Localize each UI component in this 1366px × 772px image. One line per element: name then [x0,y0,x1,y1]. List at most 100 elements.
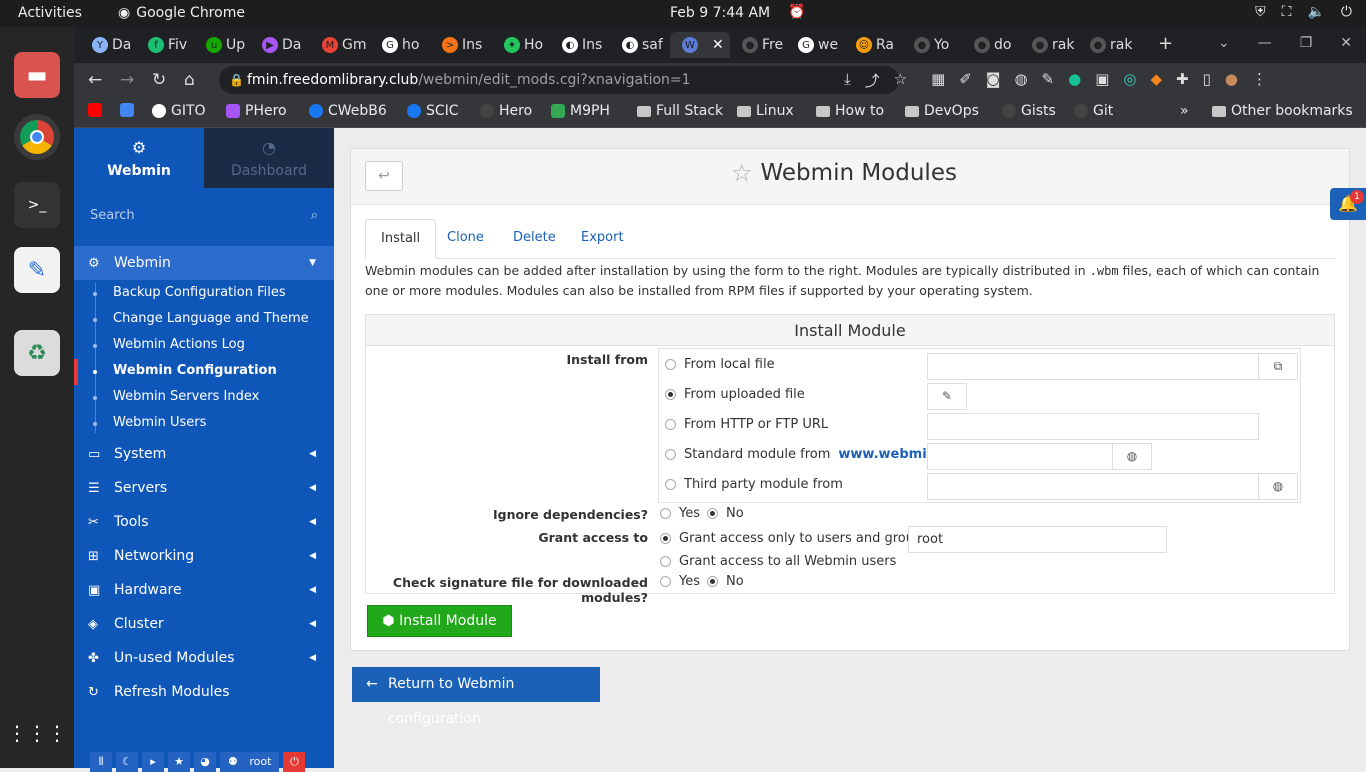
standard-module-input[interactable] [927,443,1113,470]
chrome-dock-icon[interactable] [14,114,60,160]
other-bookmarks[interactable]: Other bookmarks [1212,103,1353,119]
bookmark-item[interactable]: GITO [152,103,206,119]
browser-tab[interactable]: ☺ Ra [844,32,894,58]
show-apps-icon[interactable]: ⋮⋮⋮ [7,710,67,756]
radio-signature-no[interactable] [707,576,718,587]
user-button[interactable]: ⚉ root [220,752,280,772]
upload-button[interactable]: ✎ [927,383,967,410]
sidebar-item-backup[interactable]: Backup Configuration Files [93,285,286,300]
file-chooser-button[interactable]: ⧉ [1258,353,1298,380]
night-mode-icon[interactable]: ☾ [116,752,138,772]
text-editor-icon[interactable]: ✎ [14,247,60,293]
translate-bookmark-icon[interactable] [120,103,134,117]
camera-icon[interactable]: ◙ [986,70,1001,91]
back-button[interactable]: ↩ [365,161,403,191]
sidebar-category-servers[interactable]: ☰ Servers ◀ [74,471,334,505]
system-tray[interactable]: ⛨ ⛶ 🔈 ⏻ [1255,4,1352,20]
radio-uploaded-file[interactable] [665,389,676,400]
browser-tab[interactable]: ▶ Da [250,32,301,58]
globe-ext-icon[interactable]: ◍ [1014,70,1027,91]
reload-icon[interactable]: ↻ [152,70,166,90]
grant-all-option[interactable]: Grant access to all Webmin users [660,554,896,569]
browser-tab[interactable]: ● Fre [730,32,783,58]
grant-only-option[interactable]: Grant access only to users and groups : [660,531,938,546]
network-icon[interactable]: ⛶ [1282,4,1292,20]
close-tab-icon[interactable]: ✕ [712,37,724,53]
radio-ignore-no[interactable] [707,508,718,519]
option-uploaded-file[interactable]: From uploaded file [665,387,805,402]
grant-users-input[interactable]: root [908,526,1167,553]
return-button[interactable]: ← Return to Webmin configuration [352,667,600,727]
radio-url[interactable] [665,419,676,430]
tab-export[interactable]: Export [566,219,639,259]
signature-no[interactable]: No [707,574,744,589]
sidebar-category-webmin[interactable]: ⚙ Webmin ▼ [74,246,334,280]
sidebar-search-input[interactable]: Search ⌕ [74,202,334,230]
bookmark-star-icon[interactable]: ☆ [894,70,907,91]
extension-pen-icon[interactable]: ✐ [959,70,972,91]
tab-dashboard[interactable]: ◔ Dashboard [204,128,334,188]
bookmark-item[interactable]: Gists [1002,103,1056,119]
bookmark-folder[interactable]: How to [816,103,884,119]
stats-icon[interactable]: ⫴ [90,752,112,772]
sidebar-category-system[interactable]: ▭ System ◀ [74,437,334,471]
url-input[interactable] [927,413,1259,440]
standard-module-chooser[interactable]: ◍ [1112,443,1152,470]
third-party-input[interactable] [927,473,1259,500]
radio-grant-all[interactable] [660,556,671,567]
sidebar-item-webmin-configuration[interactable]: Webmin Configuration [93,363,277,378]
install-module-button[interactable]: ⬢ Install Module [367,605,512,637]
browser-tab[interactable]: ● do [962,32,1011,58]
favorites-icon[interactable]: ★ [168,752,190,772]
tab-webmin[interactable]: ⚙ Webmin [74,128,204,188]
browser-tab[interactable]: ● rak [1020,32,1074,58]
minimize-icon[interactable]: — [1258,35,1272,51]
sidebar-refresh-modules[interactable]: ↻ Refresh Modules [74,675,334,709]
ignore-no[interactable]: No [707,506,744,521]
browser-tab[interactable]: f Fiv [136,32,187,58]
theme-icon[interactable]: ◕ [194,752,216,772]
browser-tab[interactable]: M Gm [310,32,367,58]
forward-icon[interactable]: → [120,70,134,90]
radio-grant-only[interactable] [660,533,671,544]
sidebar-category-hardware[interactable]: ▣ Hardware ◀ [74,573,334,607]
address-bar[interactable]: 🔒 fmin.freedomlibrary.club/webmin/edit_m… [219,66,899,94]
bookmark-item[interactable]: M9PH [551,103,610,119]
tab-search-icon[interactable]: ⌄ [1218,35,1230,51]
terminal-icon[interactable]: ▸ [142,752,164,772]
back-icon[interactable]: ← [88,70,102,90]
avatar[interactable]: ● [1225,70,1238,91]
option-standard-module[interactable]: Standard module from www.webmin.com [665,447,971,462]
activities-button[interactable]: Activities [18,5,82,21]
browser-tab[interactable]: ● rak [1078,32,1132,58]
radio-local-file[interactable] [665,359,676,370]
browser-tab[interactable]: ● Yo [902,32,949,58]
bookmark-item[interactable]: CWebB6 [309,103,387,119]
sidebar-category-tools[interactable]: ✂ Tools ◀ [74,505,334,539]
sidebar-item-webmin-users[interactable]: Webmin Users [93,415,206,430]
radio-third-party[interactable] [665,479,676,490]
youtube-bookmark-icon[interactable] [88,103,102,117]
search-icon[interactable]: ⌕ [311,202,318,230]
home-icon[interactable]: ⌂ [184,70,195,90]
radio-standard-module[interactable] [665,449,676,460]
logout-icon[interactable]: ⏻ [283,752,306,772]
bookmark-folder[interactable]: Full Stack [637,103,723,119]
download-icon[interactable]: ⤓ [844,70,851,91]
qr-icon[interactable]: ▦ [931,70,945,91]
close-window-icon[interactable]: ✕ [1340,35,1352,51]
sidebar-item-language[interactable]: Change Language and Theme [93,311,309,326]
metamask-icon[interactable]: ◆ [1150,70,1162,91]
tab-install[interactable]: Install [365,219,437,259]
browser-tab[interactable]: ✦ Ho [492,32,543,58]
bookmark-item[interactable]: SCIC [407,103,459,119]
bookmark-item[interactable]: Git [1074,103,1113,119]
sidebar-category-cluster[interactable]: ◈ Cluster ◀ [74,607,334,641]
sidepanel-icon[interactable]: ▯ [1203,70,1211,91]
favorite-star-icon[interactable]: ☆ [731,159,753,187]
browser-tab[interactable]: u Up [194,32,245,58]
sidebar-item-actions-log[interactable]: Webmin Actions Log [93,337,245,352]
clock[interactable]: Feb 9 7:44 AM [670,5,770,21]
volume-icon[interactable]: 🔈 [1307,4,1324,20]
browser-tab[interactable]: Y Da [80,32,131,58]
